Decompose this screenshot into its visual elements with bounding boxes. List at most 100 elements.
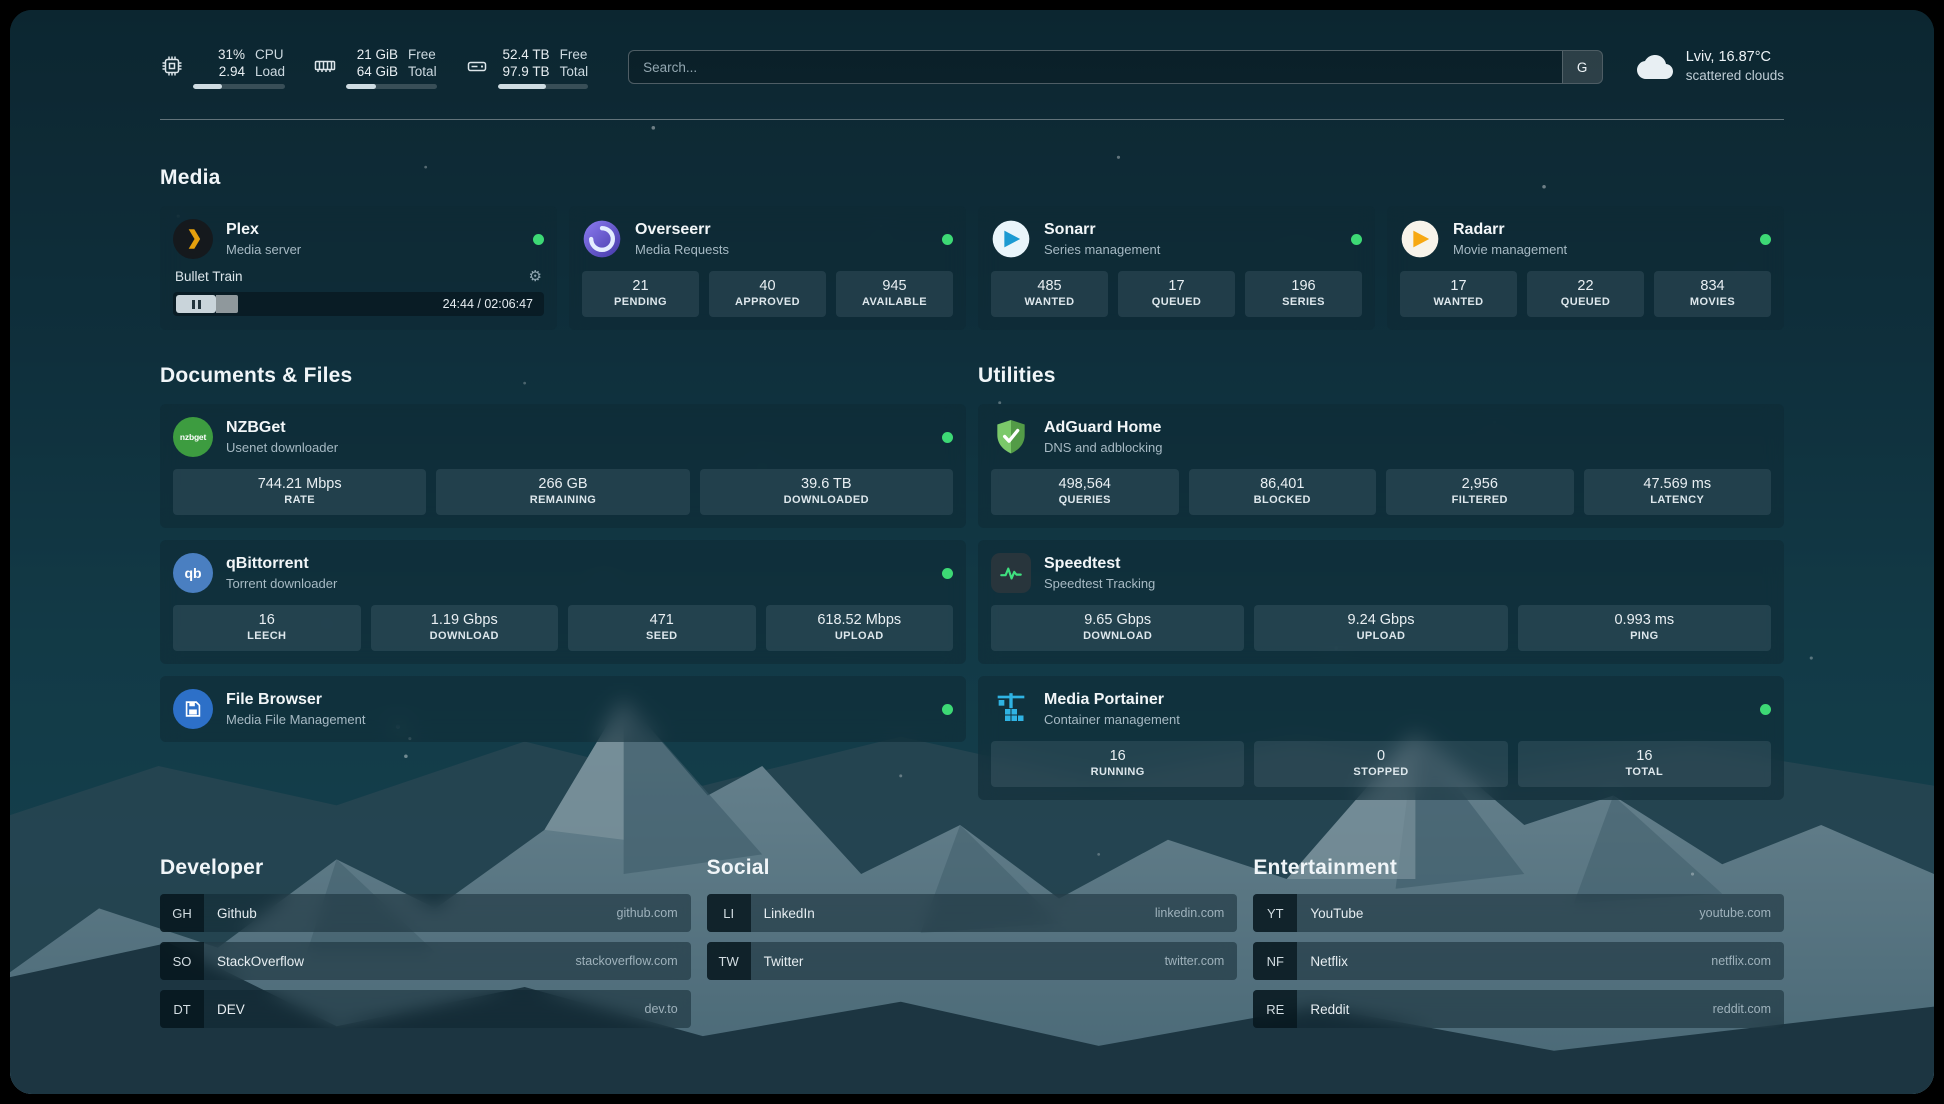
- bookmark-youtube[interactable]: YT YouTube youtube.com: [1253, 894, 1784, 932]
- service-subtitle: Media Requests: [635, 241, 729, 258]
- resource-widgets: 31%CPU 2.94Load 21 GiBFree 64: [160, 46, 588, 89]
- status-dot: [533, 234, 544, 245]
- radarr-icon: [1400, 219, 1440, 259]
- now-playing-title: Bullet Train: [175, 269, 243, 284]
- bookmark-name: Twitter: [764, 954, 804, 969]
- service-subtitle: Movie management: [1453, 241, 1567, 258]
- social-section-title: Social: [707, 856, 1238, 880]
- status-dot: [942, 568, 953, 579]
- section-documents: Documents & Files nzbget NZBGet Usenet d…: [160, 364, 966, 742]
- disk-progress-bar: [498, 84, 589, 89]
- bookmark-netflix[interactable]: NF Netflix netflix.com: [1253, 942, 1784, 980]
- search-input[interactable]: [629, 60, 1562, 75]
- utilities-section-title: Utilities: [978, 364, 1784, 388]
- service-card-sonarr: Sonarr Series management 485WANTED 17QUE…: [978, 206, 1375, 330]
- media-section-title: Media: [160, 166, 1784, 190]
- settings-gear-icon[interactable]: ⚙: [529, 269, 542, 284]
- cpu-load-value: 2.94: [193, 63, 245, 80]
- sonarr-link[interactable]: Sonarr Series management: [991, 219, 1362, 259]
- stat-series: 196SERIES: [1245, 271, 1362, 317]
- bookmark-name: Netflix: [1310, 954, 1348, 969]
- cpu-widget: 31% CPU 2.94 Load: [160, 46, 285, 89]
- status-dot: [1760, 704, 1771, 715]
- adguard-shield-icon: [991, 417, 1031, 457]
- stat-latency: 47.569 msLATENCY: [1584, 469, 1772, 515]
- sonarr-icon: [991, 219, 1031, 259]
- portainer-link[interactable]: Media Portainer Container management: [991, 689, 1771, 729]
- speedtest-link[interactable]: Speedtest Speedtest Tracking: [991, 553, 1771, 593]
- nzbget-link[interactable]: nzbget NZBGet Usenet downloader: [173, 417, 953, 457]
- status-dot: [942, 432, 953, 443]
- service-name: Plex: [226, 220, 301, 240]
- memory-total-value: 64 GiB: [346, 63, 398, 80]
- plex-link[interactable]: Plex Media server: [173, 219, 544, 259]
- service-subtitle: Media File Management: [226, 711, 365, 728]
- bookmark-url: youtube.com: [1699, 906, 1771, 920]
- bookmark-stackoverflow[interactable]: SO StackOverflow stackoverflow.com: [160, 942, 691, 980]
- disk-widget: 52.4 TBFree 97.9 TBTotal: [465, 46, 589, 89]
- status-dot: [1351, 234, 1362, 245]
- pause-icon: [192, 300, 195, 309]
- bookmark-group-developer: Developer GH Github github.com SO StackO…: [160, 856, 691, 1028]
- stat-pending: 21PENDING: [582, 271, 699, 317]
- documents-section-title: Documents & Files: [160, 364, 966, 388]
- service-card-qbittorrent: qb qBittorrent Torrent downloader 16LEEC…: [160, 540, 966, 664]
- playback-progress-bar[interactable]: 24:44 / 02:06:47: [173, 292, 544, 316]
- service-card-plex: Plex Media server Bullet Train ⚙: [160, 206, 557, 330]
- cpu-usage-value: 31%: [193, 46, 245, 63]
- search-provider-button[interactable]: G: [1562, 51, 1602, 83]
- weather-location: Lviv, 16.87°C: [1686, 48, 1784, 67]
- cpu-progress-bar: [193, 84, 285, 89]
- service-subtitle: Usenet downloader: [226, 439, 338, 456]
- qbittorrent-link[interactable]: qb qBittorrent Torrent downloader: [173, 553, 953, 593]
- service-subtitle: Torrent downloader: [226, 575, 337, 592]
- status-dot: [942, 704, 953, 715]
- bookmark-url: github.com: [617, 906, 678, 920]
- stat-filtered: 2,956FILTERED: [1386, 469, 1574, 515]
- service-card-adguard: AdGuard Home DNS and adblocking 498,564Q…: [978, 404, 1784, 528]
- memory-free-label: Free: [408, 46, 436, 63]
- bookmark-reddit[interactable]: RE Reddit reddit.com: [1253, 990, 1784, 1028]
- bookmark-url: reddit.com: [1713, 1002, 1771, 1016]
- header-divider: [160, 119, 1784, 120]
- memory-icon: [313, 54, 337, 78]
- stat-download: 1.19 GbpsDOWNLOAD: [371, 605, 559, 651]
- portainer-crane-icon: [991, 689, 1031, 729]
- overseerr-link[interactable]: Overseerr Media Requests: [582, 219, 953, 259]
- section-media: Media Plex Media server: [160, 166, 1784, 330]
- service-card-radarr: Radarr Movie management 17WANTED 22QUEUE…: [1387, 206, 1784, 330]
- bookmark-name: YouTube: [1310, 906, 1363, 921]
- bookmark-abbr: RE: [1253, 990, 1297, 1028]
- stat-upload: 618.52 MbpsUPLOAD: [766, 605, 954, 651]
- bookmark-dev[interactable]: DT DEV dev.to: [160, 990, 691, 1028]
- stat-available: 945AVAILABLE: [836, 271, 953, 317]
- weather-widget: Lviv, 16.87°C scattered clouds: [1637, 48, 1784, 85]
- adguard-link[interactable]: AdGuard Home DNS and adblocking: [991, 417, 1771, 457]
- stat-upload: 9.24 GbpsUPLOAD: [1254, 605, 1507, 651]
- bookmark-twitter[interactable]: TW Twitter twitter.com: [707, 942, 1238, 980]
- search-bar[interactable]: G: [628, 50, 1603, 84]
- bookmark-url: netflix.com: [1711, 954, 1771, 968]
- entertainment-section-title: Entertainment: [1253, 856, 1784, 880]
- disk-free-label: Free: [560, 46, 588, 63]
- stat-approved: 40APPROVED: [709, 271, 826, 317]
- service-name: NZBGet: [226, 418, 338, 438]
- memory-free-value: 21 GiB: [346, 46, 398, 63]
- bookmark-abbr: LI: [707, 894, 751, 932]
- bookmark-linkedin[interactable]: LI LinkedIn linkedin.com: [707, 894, 1238, 932]
- bookmark-github[interactable]: GH Github github.com: [160, 894, 691, 932]
- cpu-chip-icon: [160, 54, 184, 78]
- stat-download: 9.65 GbpsDOWNLOAD: [991, 605, 1244, 651]
- pause-button[interactable]: [176, 295, 216, 313]
- radarr-link[interactable]: Radarr Movie management: [1400, 219, 1771, 259]
- qbittorrent-icon: qb: [173, 553, 213, 593]
- stat-wanted: 17WANTED: [1400, 271, 1517, 317]
- filebrowser-icon: [173, 689, 213, 729]
- stat-queries: 498,564QUERIES: [991, 469, 1179, 515]
- plex-icon: [173, 219, 213, 259]
- cpu-load-label: Load: [255, 63, 285, 80]
- bookmark-name: LinkedIn: [764, 906, 815, 921]
- cpu-usage-label: CPU: [255, 46, 284, 63]
- filebrowser-link[interactable]: File Browser Media File Management: [173, 689, 953, 729]
- bookmark-abbr: DT: [160, 990, 204, 1028]
